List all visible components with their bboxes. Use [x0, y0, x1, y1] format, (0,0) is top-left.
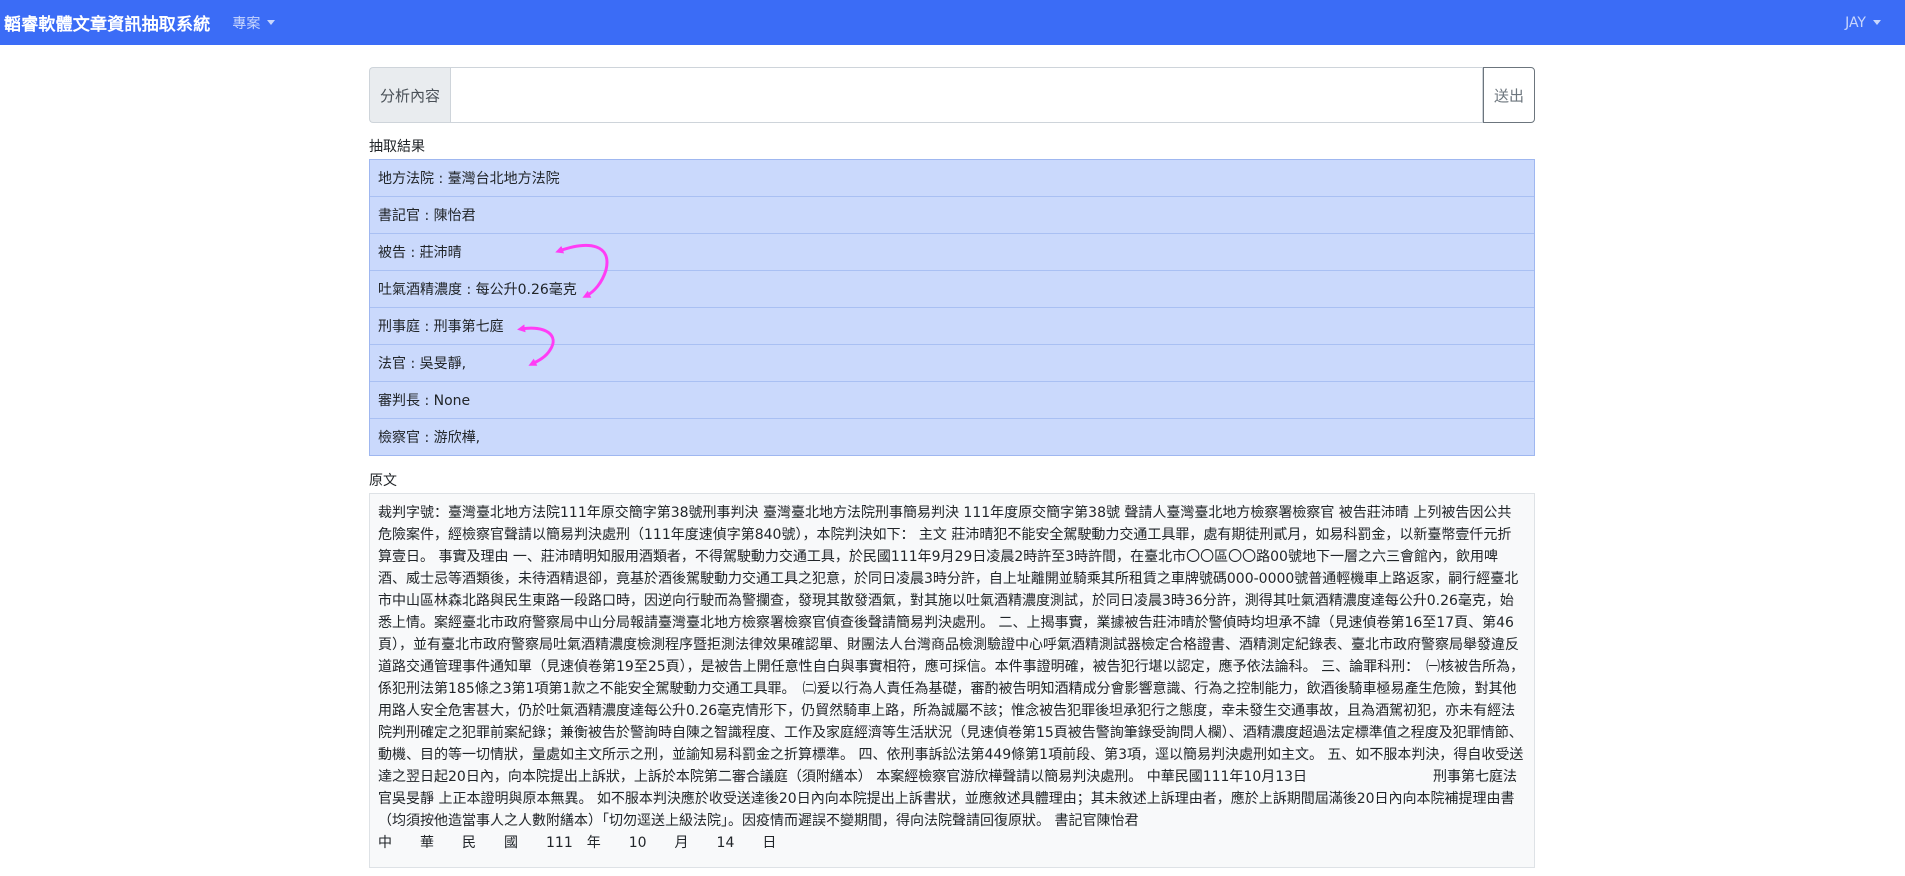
original-text: 裁判字號：臺灣臺北地方法院111年原交簡字第38號刑事判決 臺灣臺北地方法院刑事…: [378, 505, 1532, 829]
user-menu-label: JAY: [1845, 14, 1866, 31]
result-breath-alcohol: 吐氣酒精濃度 : 每公升0.26毫克: [370, 271, 1534, 308]
top-navbar: 韜睿軟體文章資訊抽取系統 專案 JAY: [0, 0, 1905, 45]
user-menu[interactable]: JAY: [1845, 0, 1881, 45]
result-clerk: 書記官 : 陳怡君: [370, 197, 1534, 234]
chevron-down-icon: [267, 20, 276, 25]
results-list: 地方法院 : 臺灣台北地方法院 書記官 : 陳怡君 被告 : 莊沛晴 吐氣酒精濃…: [369, 159, 1535, 456]
results-heading: 抽取結果: [369, 139, 425, 155]
analysis-input-label: 分析內容: [369, 67, 450, 123]
original-heading: 原文: [369, 473, 397, 489]
result-court: 地方法院 : 臺灣台北地方法院: [370, 160, 1534, 197]
project-menu[interactable]: 專案: [232, 13, 276, 33]
result-presiding-judge: 審判長 : None: [370, 382, 1534, 419]
main-content: 分析內容 送出 抽取結果 地方法院 : 臺灣台北地方法院 書記官 : 陳怡君 被…: [369, 67, 1535, 868]
original-date-line: 中 華 民 國 111 年 10 月 14 日: [378, 835, 777, 851]
result-criminal-court: 刑事庭 : 刑事第七庭: [370, 308, 1534, 345]
app-brand[interactable]: 韜睿軟體文章資訊抽取系統: [4, 10, 210, 35]
analysis-input[interactable]: [450, 67, 1483, 123]
analysis-form: 分析內容 送出: [369, 67, 1535, 123]
result-defendant: 被告 : 莊沛晴: [370, 234, 1534, 271]
result-judge: 法官 : 吳旻靜,: [370, 345, 1534, 382]
result-prosecutor: 檢察官 : 游欣樺,: [378, 430, 481, 446]
submit-button[interactable]: 送出: [1483, 67, 1535, 123]
original-text-box: 裁判字號：臺灣臺北地方法院111年原交簡字第38號刑事判決 臺灣臺北地方法院刑事…: [369, 493, 1535, 868]
chevron-down-icon: [1873, 20, 1881, 25]
project-menu-label: 專案: [232, 15, 261, 32]
